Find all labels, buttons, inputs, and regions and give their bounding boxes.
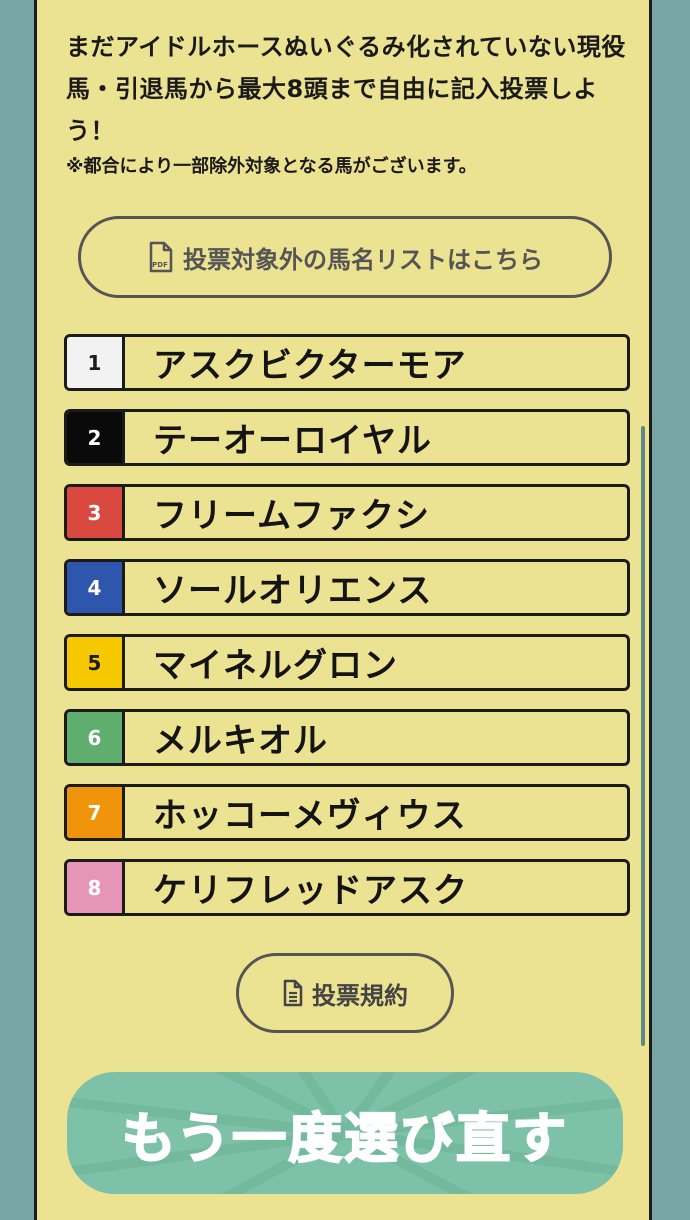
voting-terms-button[interactable]: 投票規約	[236, 953, 454, 1033]
horse-row[interactable]: 4 ソールオリエンス	[64, 559, 630, 616]
reselect-label: もう一度選び直す	[121, 1106, 569, 1171]
excluded-horses-pdf-button[interactable]: PDF 投票対象外の馬名リストはこちら	[78, 216, 612, 298]
horse-number-badge: 7	[67, 787, 125, 838]
document-icon	[283, 979, 303, 1007]
horse-row[interactable]: 1 アスクビクターモア	[64, 334, 630, 391]
horse-row[interactable]: 2 テーオーロイヤル	[64, 409, 630, 466]
pdf-file-icon: PDF	[149, 241, 173, 273]
horse-list: 1 アスクビクターモア 2 テーオーロイヤル 3 フリームファクシ 4 ソールオリエンス 5 マイ…	[64, 334, 630, 934]
horse-name: ホッコーメヴィウス	[153, 796, 467, 836]
horse-number-badge: 4	[67, 562, 125, 613]
horse-number-badge: 8	[67, 862, 125, 913]
horse-number-badge: 1	[67, 337, 125, 388]
horse-number-badge: 2	[67, 412, 125, 463]
horse-name: テーオーロイヤル	[153, 421, 432, 461]
horse-name: アスクビクターモア	[153, 346, 467, 386]
horse-number-badge: 3	[67, 487, 125, 538]
excluded-horses-pdf-label: 投票対象外の馬名リストはこちら	[183, 245, 543, 274]
horse-row[interactable]: 8 ケリフレッドアスク	[64, 859, 630, 916]
horse-name: フリームファクシ	[153, 496, 430, 536]
intro-text-block: まだアイドルホースぬいぐるみ化されていない現役馬・引退馬から最大8頭まで自由に記…	[66, 26, 626, 180]
scrollbar-thumb[interactable]	[641, 426, 645, 1046]
horse-number-badge: 6	[67, 712, 125, 763]
horse-name: ソールオリエンス	[153, 571, 433, 611]
horse-row[interactable]: 7 ホッコーメヴィウス	[64, 784, 630, 841]
voting-terms-label: 投票規約	[312, 981, 408, 1010]
intro-note: ※都合により一部除外対象となる馬がございます。	[66, 156, 477, 177]
horse-number-badge: 5	[67, 637, 125, 688]
horse-row[interactable]: 6 メルキオル	[64, 709, 630, 766]
horse-name: メルキオル	[153, 721, 328, 761]
horse-name: ケリフレッドアスク	[153, 871, 468, 911]
intro-description: まだアイドルホースぬいぐるみ化されていない現役馬・引退馬から最大8頭まで自由に記…	[66, 33, 626, 145]
horse-row[interactable]: 5 マイネルグロン	[64, 634, 630, 691]
horse-row[interactable]: 3 フリームファクシ	[64, 484, 630, 541]
svg-text:PDF: PDF	[152, 261, 168, 269]
reselect-button[interactable]: もう一度選び直す	[67, 1072, 623, 1194]
horse-name: マイネルグロン	[153, 646, 398, 686]
